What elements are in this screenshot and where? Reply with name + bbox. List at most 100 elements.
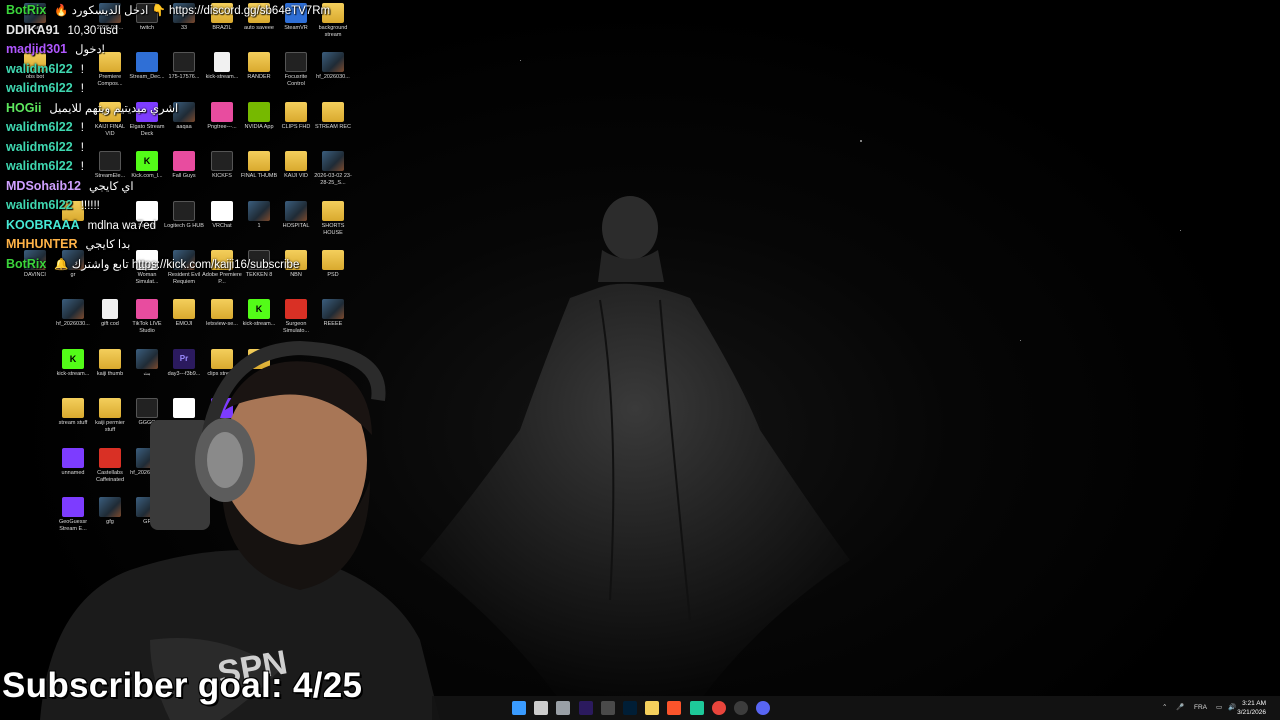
- chat-message-text: 🔔 تابع واشترك https://kick.com/kaiji16/s…: [54, 258, 300, 271]
- desktop-icon[interactable]: Fall Guys: [164, 151, 204, 180]
- desktop-icon[interactable]: letsview-se...: [202, 299, 242, 328]
- desktop-icon-label: SHORTS HOUSE: [321, 222, 345, 236]
- desktop-icon[interactable]: KAIJI VID: [276, 151, 316, 180]
- windows-taskbar: ⌃ 🎤 FRA ▭ 🔊 3:21 AM 3/21/2026: [432, 696, 1280, 720]
- desktop-icon-label: BRAZIL: [212, 25, 232, 31]
- chrome-icon[interactable]: [711, 701, 726, 715]
- chat-message-text: !: [80, 122, 84, 134]
- chat-message-text: 🔥 ادخل الديسكورد 👇 https://discord.gg/sb…: [54, 5, 331, 17]
- app-icon: [248, 200, 270, 221]
- folder-icon: [211, 299, 233, 320]
- brave-icon[interactable]: [667, 701, 682, 715]
- microphone-icon[interactable]: 🎤: [1176, 696, 1184, 720]
- system-clock[interactable]: 3:21 AM 3/21/2026: [1237, 699, 1266, 717]
- desktop-icon[interactable]: STREAM REC: [313, 101, 353, 131]
- desktop-icon-label: EMOJI: [175, 321, 193, 328]
- app-icon: K: [248, 299, 270, 320]
- chat-message: DDIKA91 10,30 usd: [6, 22, 118, 38]
- volume-icon[interactable]: 🔊: [1228, 696, 1236, 720]
- desktop-icon-label: RANDER: [247, 74, 271, 81]
- desktop-icon-label: Surgeon Simulato...: [283, 321, 309, 335]
- app-icon: [322, 52, 344, 73]
- desktop-icon[interactable]: HOSPITAL: [276, 200, 316, 230]
- desktop-icon-label: twitch: [139, 25, 155, 31]
- premiere-pro-icon[interactable]: [578, 701, 593, 715]
- desktop-icon[interactable]: K Kick.com_l...: [127, 151, 167, 180]
- desktop-icon[interactable]: 1: [239, 200, 279, 230]
- desktop-icon[interactable]: hf_2026030...: [313, 52, 353, 81]
- desktop-icon[interactable]: Logitech G HUB: [164, 200, 204, 230]
- app-icon: K: [136, 151, 158, 172]
- desktop-icon[interactable]: KICKFS: [202, 151, 242, 180]
- folder-icon: [173, 299, 195, 320]
- chat-message-text: بدا كايجي: [85, 239, 131, 251]
- chat-username: walidm6l22: [6, 198, 73, 212]
- discord-icon[interactable]: [756, 701, 771, 715]
- desktop-icon[interactable]: Premiere Compos...: [90, 52, 130, 88]
- app-icon: [211, 101, 233, 122]
- desktop-icon[interactable]: EMOJI: [164, 299, 204, 328]
- desktop-icon[interactable]: Surgeon Simulato...: [276, 299, 316, 335]
- desktop-icon-label: background stream: [318, 25, 348, 38]
- chat-message-text: اشري ميديتيم ويتهم للايميل: [49, 102, 179, 115]
- app-icon: [99, 151, 121, 172]
- folder-icon: [322, 101, 344, 122]
- desktop-icon[interactable]: 175-17576...: [164, 52, 204, 81]
- obs-icon[interactable]: [734, 701, 748, 715]
- folder-icon: [248, 151, 270, 172]
- desktop-icon[interactable]: StreamEle...: [90, 151, 130, 180]
- desktop-icon[interactable]: CLIPS FHD: [276, 101, 316, 131]
- desktop-icon-label: kick-stream...: [205, 74, 239, 81]
- file-explorer-icon[interactable]: [556, 701, 571, 715]
- network-icon[interactable]: ▭: [1216, 696, 1222, 720]
- folder-icon[interactable]: [645, 701, 660, 715]
- desktop-icon[interactable]: kick-stream...: [202, 52, 242, 81]
- app-green-icon[interactable]: [689, 701, 704, 715]
- clock-time: 3:21 AM: [1242, 700, 1266, 707]
- folder-icon: [322, 250, 344, 270]
- capcut-icon[interactable]: [600, 701, 615, 715]
- desktop-icon[interactable]: Stream_Dec...: [127, 52, 167, 81]
- desktop-icon[interactable]: Pngtree---...: [202, 101, 242, 131]
- desktop-icon[interactable]: FINAL THUMB: [239, 151, 279, 180]
- photoshop-icon[interactable]: [623, 701, 637, 715]
- desktop-icon[interactable]: 2026-03-02 23-28-25_S...: [313, 151, 353, 187]
- chat-message: madjid301 دخول!: [6, 41, 105, 57]
- chat-username: madjid301: [6, 42, 68, 56]
- folder-icon: [248, 52, 270, 73]
- chat-message-text: !: [80, 63, 84, 76]
- desktop-icon[interactable]: hf_2026030...: [53, 299, 93, 328]
- desktop-icon[interactable]: Kkick-stream...: [239, 299, 279, 328]
- tray-chevron-icon[interactable]: ⌃: [1162, 696, 1167, 720]
- desktop-icon[interactable]: Focusrite Control: [276, 52, 316, 88]
- desktop-icon[interactable]: VRChat: [202, 200, 242, 230]
- subscriber-goal-text: Subscriber goal: 4/25: [2, 666, 363, 705]
- chat-username: walidm6l22: [6, 81, 73, 95]
- chat-username: KOOBRAAA: [6, 217, 80, 232]
- desktop-icon-label: NVIDIA App: [244, 123, 274, 130]
- start-icon[interactable]: [512, 701, 526, 715]
- chat-message-text: !!!!!!: [80, 200, 100, 212]
- desktop-icon[interactable]: NVIDIA App: [239, 101, 279, 131]
- chat-username: MHHUNTER: [6, 237, 78, 251]
- desktop-icon-label: hf_2026030...: [56, 321, 90, 328]
- desktop-icon[interactable]: PSD: [313, 250, 353, 279]
- desktop-icon[interactable]: gift cod: [90, 299, 130, 328]
- chat-username: walidm6l22: [6, 139, 73, 154]
- chat-message: walidm6l22!!!!!!: [6, 197, 100, 213]
- desktop-icon[interactable]: SHORTS HOUSE: [313, 200, 353, 237]
- desktop-icon-label: hf_2026030...: [316, 74, 350, 81]
- search-icon[interactable]: [534, 701, 549, 715]
- desktop-icon-label: aaqaa: [176, 123, 192, 130]
- desktop-icon-label: Fall Guys: [172, 173, 196, 180]
- chat-message: MHHUNTER بدا كايجي: [6, 236, 130, 252]
- desktop-icon-label: STREAM REC: [314, 123, 352, 130]
- desktop-icon[interactable]: TikTok LIVE Studio: [127, 299, 167, 335]
- desktop-icon[interactable]: RANDER: [239, 52, 279, 81]
- chat-username: DDIKA91: [6, 22, 60, 37]
- desktop-icon[interactable]: REEEE: [313, 299, 353, 328]
- chat-message-text: !: [80, 161, 84, 173]
- language-indicator[interactable]: FRA: [1194, 696, 1207, 720]
- chat-message: KOOBRAAA mdlna wa7ed: [6, 217, 156, 233]
- app-icon: [136, 52, 158, 73]
